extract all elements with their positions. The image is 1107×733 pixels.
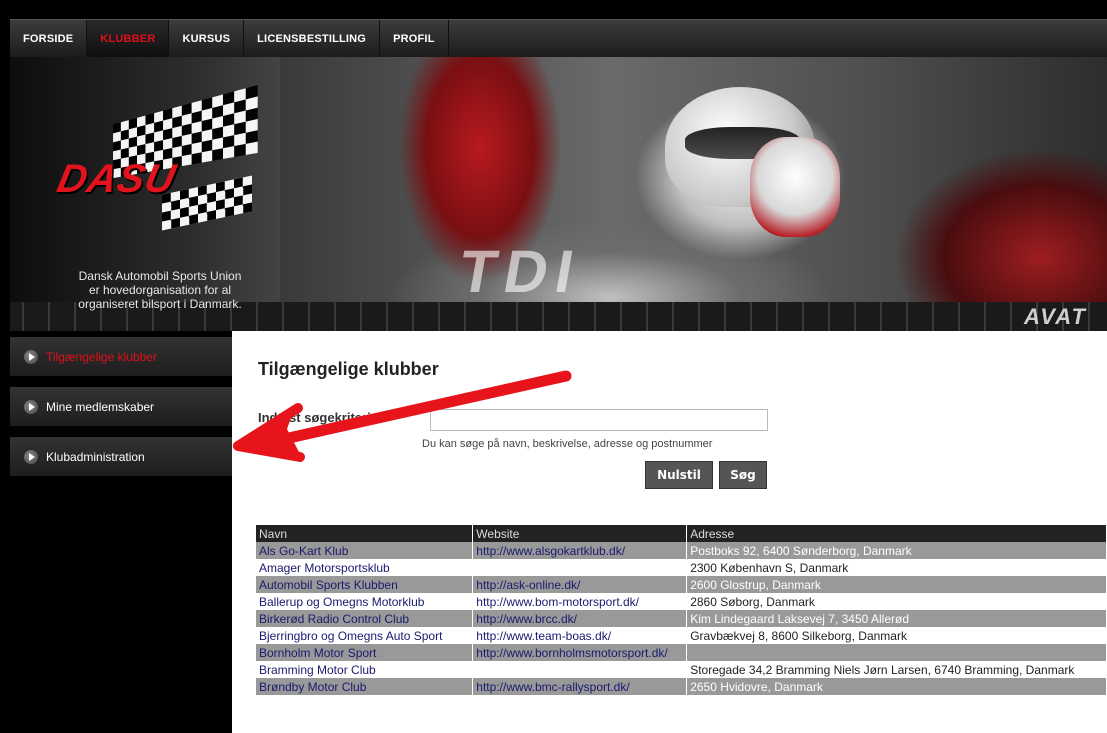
- main-content: Tilgængelige klubber Indtast søgekriteri…: [232, 331, 1107, 733]
- column-header-website[interactable]: Website: [472, 525, 688, 542]
- club-name-cell[interactable]: Als Go-Kart Klub: [256, 542, 474, 559]
- arrow-bullet-icon: [24, 349, 38, 364]
- sidebar-item-label: Mine medlemskaber: [46, 399, 155, 414]
- club-name-cell[interactable]: Birkerød Radio Control Club: [256, 610, 474, 627]
- banner-photo-racecar: TDI: [280, 57, 1107, 305]
- club-name-cell[interactable]: Brøndby Motor Club: [256, 678, 474, 695]
- club-address-cell: 2650 Hvidovre, Danmark: [686, 678, 1107, 695]
- search-button[interactable]: Søg: [719, 461, 767, 489]
- table-row: Bjerringbro og Omegns Auto Sport http://w…: [256, 627, 1107, 644]
- club-address-cell: 2860 Søborg, Danmark: [686, 593, 1107, 610]
- club-address-cell: Postboks 92, 6400 Sønderborg, Danmark: [686, 542, 1107, 559]
- column-header-address[interactable]: Adresse: [686, 525, 1107, 542]
- column-header-name[interactable]: Navn: [256, 525, 474, 542]
- table-row: Bornholm Motor Sport http://www.bornholms…: [256, 644, 1107, 661]
- club-name-cell[interactable]: Automobil Sports Klubben: [256, 576, 474, 593]
- table-row: Automobil Sports Klubben http://ask-onlin…: [256, 576, 1107, 593]
- nav-item-klubber[interactable]: KLUBBER: [87, 20, 170, 57]
- club-website-link[interactable]: http://www.alsgokartklub.dk/: [472, 542, 688, 559]
- club-address-cell: Kim Lindegaard Laksevej 7, 3450 Allerød: [686, 610, 1107, 627]
- glove-graphic: [750, 137, 840, 237]
- dasu-logo[interactable]: DASU: [52, 85, 258, 231]
- club-website-link[interactable]: http://www.brcc.dk/: [472, 610, 688, 627]
- table-row: Amager Motorsportsklub 2300 København S, …: [256, 559, 1107, 576]
- club-website-link[interactable]: http://ask-online.dk/: [472, 576, 688, 593]
- arrow-bullet-icon: [24, 399, 38, 414]
- sidebar: Tilgængelige klubber Mine medlemskaber K…: [10, 331, 232, 733]
- table-row: Als Go-Kart Klub http://www.alsgokartklub…: [256, 542, 1107, 559]
- tagline-line: organiseret bilsport i Danmark.: [78, 297, 242, 311]
- nav-item-profil[interactable]: PROFIL: [380, 20, 449, 57]
- strip-brand-text: AVAT: [1024, 304, 1087, 329]
- table-row: Bramming Motor Club Storegade 34,2 Brammi…: [256, 661, 1107, 678]
- club-website-link[interactable]: http://www.team-boas.dk/: [472, 627, 688, 644]
- search-input[interactable]: [430, 409, 768, 431]
- club-address-cell: 2300 København S, Danmark: [686, 559, 1107, 576]
- club-name-cell[interactable]: Ballerup og Omegns Motorklub: [256, 593, 474, 610]
- sidebar-item-club-administration[interactable]: Klubadministration: [10, 437, 232, 477]
- sidebar-item-available-clubs[interactable]: Tilgængelige klubber: [10, 337, 232, 377]
- table-row: Ballerup og Omegns Motorklub http://www.b…: [256, 593, 1107, 610]
- club-website-link[interactable]: http://www.bornholmsmotorsport.dk/: [472, 644, 688, 661]
- table-header-row: Navn Website Adresse: [256, 525, 1107, 542]
- club-address-cell: [686, 644, 1107, 661]
- club-name-cell[interactable]: Bramming Motor Club: [256, 661, 474, 678]
- reset-button[interactable]: Nulstil: [645, 461, 713, 489]
- car-livery-text: TDI: [454, 238, 587, 305]
- club-table: Navn Website Adresse Als Go-Kart Klub htt…: [256, 525, 1107, 695]
- nav-item-forside[interactable]: FORSIDE: [10, 20, 88, 57]
- header-banner: TDI AVAT DASU Dansk Automobil Sports Uni…: [10, 57, 1107, 331]
- search-label: Indtast søgekriterier: [258, 410, 383, 425]
- club-website-link[interactable]: [472, 559, 688, 576]
- arrow-bullet-icon: [24, 449, 38, 464]
- club-name-cell[interactable]: Amager Motorsportsklub: [256, 559, 474, 576]
- nav-item-kursus[interactable]: KURSUS: [169, 20, 245, 57]
- club-address-cell: Storegade 34,2 Bramming Niels Jørn Larse…: [686, 661, 1107, 678]
- table-row: Brøndby Motor Club http://www.bmc-rallysp…: [256, 678, 1107, 695]
- sidebar-item-label: Tilgængelige klubber: [46, 349, 157, 364]
- tagline-line: Dansk Automobil Sports Union: [78, 269, 242, 283]
- organisation-tagline: Dansk Automobil Sports Union er hovedorg…: [50, 269, 270, 311]
- club-name-cell[interactable]: Bjerringbro og Omegns Auto Sport: [256, 627, 474, 644]
- page-title: Tilgængelige klubber: [258, 359, 439, 379]
- nav-bar: FORSIDE KLUBBER KURSUS LICENSBESTILLING PROF…: [10, 19, 1107, 57]
- nav-item-licensbestilling[interactable]: LICENSBESTILLING: [244, 20, 381, 57]
- club-address-cell: Gravbækvej 8, 8600 Silkeborg, Danmark: [686, 627, 1107, 644]
- club-name-cell[interactable]: Bornholm Motor Sport: [256, 644, 474, 661]
- club-address-cell: 2600 Glostrup, Danmark: [686, 576, 1107, 593]
- club-website-link[interactable]: http://www.bom-motorsport.dk/: [472, 593, 688, 610]
- club-website-link[interactable]: http://www.bmc-rallysport.dk/: [472, 678, 688, 695]
- sidebar-item-my-memberships[interactable]: Mine medlemskaber: [10, 387, 232, 427]
- sidebar-item-label: Klubadministration: [46, 449, 145, 464]
- search-hint: Du kan søge på navn, beskrivelse, adress…: [422, 438, 713, 450]
- table-row: Birkerød Radio Control Club http://www.br…: [256, 610, 1107, 627]
- top-navigation: FORSIDE KLUBBER KURSUS LICENSBESTILLING PROF…: [0, 0, 1107, 57]
- tagline-line: er hovedorganisation for al: [88, 283, 232, 297]
- club-website-link[interactable]: [472, 661, 688, 678]
